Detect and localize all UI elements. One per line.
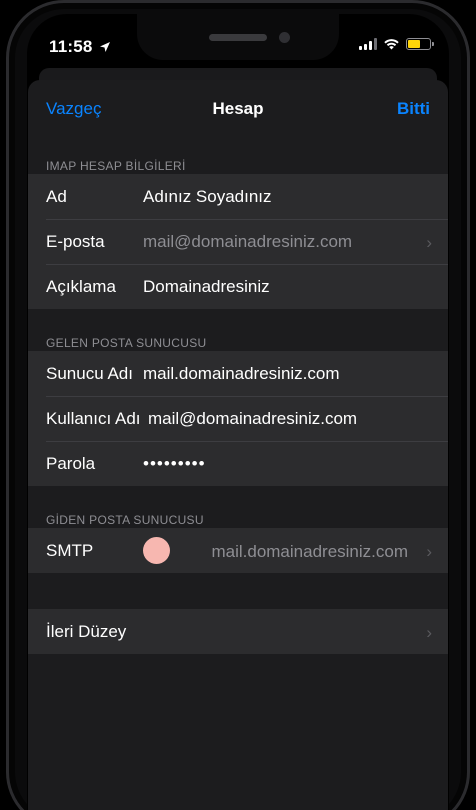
smtp-value: mail.domainadresiniz.com [211,542,408,561]
name-row[interactable]: Ad Adınız Soyadınız [28,174,448,219]
smtp-row[interactable]: SMTP mail.domainadresiniz.com › [28,528,448,573]
screen: 11:58 Vazgeç Hesap Bitti IMAP HESAP BİLG… [27,14,449,810]
status-time: 11:58 [49,37,111,57]
time-label: 11:58 [49,37,93,56]
description-label: Açıklama [46,276,116,296]
name-label: Ad [46,186,67,206]
notch [137,14,339,60]
chevron-right-icon: › [426,233,432,252]
password-label: Parola [46,453,96,473]
nav-bar: Vazgeç Hesap Bitti [28,80,448,140]
server-row[interactable]: Sunucu Adı mail.domainadresiniz.com [28,351,448,396]
username-row[interactable]: Kullanıcı Adı mail@domainadresiniz.com [28,396,448,441]
username-value[interactable]: mail@domainadresiniz.com [148,409,357,429]
location-arrow-icon [100,42,111,52]
description-value[interactable]: Domainadresiniz [143,277,270,297]
wifi-icon [384,39,399,50]
battery-icon [406,38,434,50]
username-label: Kullanıcı Adı [46,408,141,428]
chevron-right-icon: › [426,542,432,561]
chevron-right-icon: › [426,623,432,642]
server-label: Sunucu Adı [46,363,133,383]
advanced-group: İleri Düzey › [28,609,448,654]
incoming-section-header: GELEN POSTA SUNUCUSU [46,336,207,350]
email-row[interactable]: E-posta mail@domainadresiniz.com › [28,219,448,264]
description-row[interactable]: Açıklama Domainadresiniz [28,264,448,309]
page-title: Hesap [212,99,264,118]
status-icons [359,38,434,50]
speaker [209,34,267,41]
imap-group: Ad Adınız Soyadınız E-posta mail@domaina… [28,174,448,309]
incoming-group: Sunucu Adı mail.domainadresiniz.com Kull… [28,351,448,486]
advanced-row[interactable]: İleri Düzey › [28,609,448,654]
outgoing-group: SMTP mail.domainadresiniz.com › [28,528,448,573]
imap-section-header: IMAP HESAP BİLGİLERİ [46,159,186,173]
touch-indicator [143,537,170,564]
outgoing-section-header: GİDEN POSTA SUNUCUSU [46,513,204,527]
smtp-label: SMTP [46,540,94,560]
advanced-label: İleri Düzey [46,621,127,641]
email-label: E-posta [46,231,105,251]
server-value[interactable]: mail.domainadresiniz.com [143,364,340,384]
camera [279,32,290,43]
name-value[interactable]: Adınız Soyadınız [143,187,272,207]
password-value[interactable]: ••••••••• [143,454,206,474]
account-sheet: Vazgeç Hesap Bitti IMAP HESAP BİLGİLERİ … [28,80,448,810]
cellular-signal-icon [359,38,377,50]
email-value: mail@domainadresiniz.com [143,231,353,251]
done-button[interactable]: Bitti [397,99,430,119]
password-row[interactable]: Parola ••••••••• [28,441,448,486]
